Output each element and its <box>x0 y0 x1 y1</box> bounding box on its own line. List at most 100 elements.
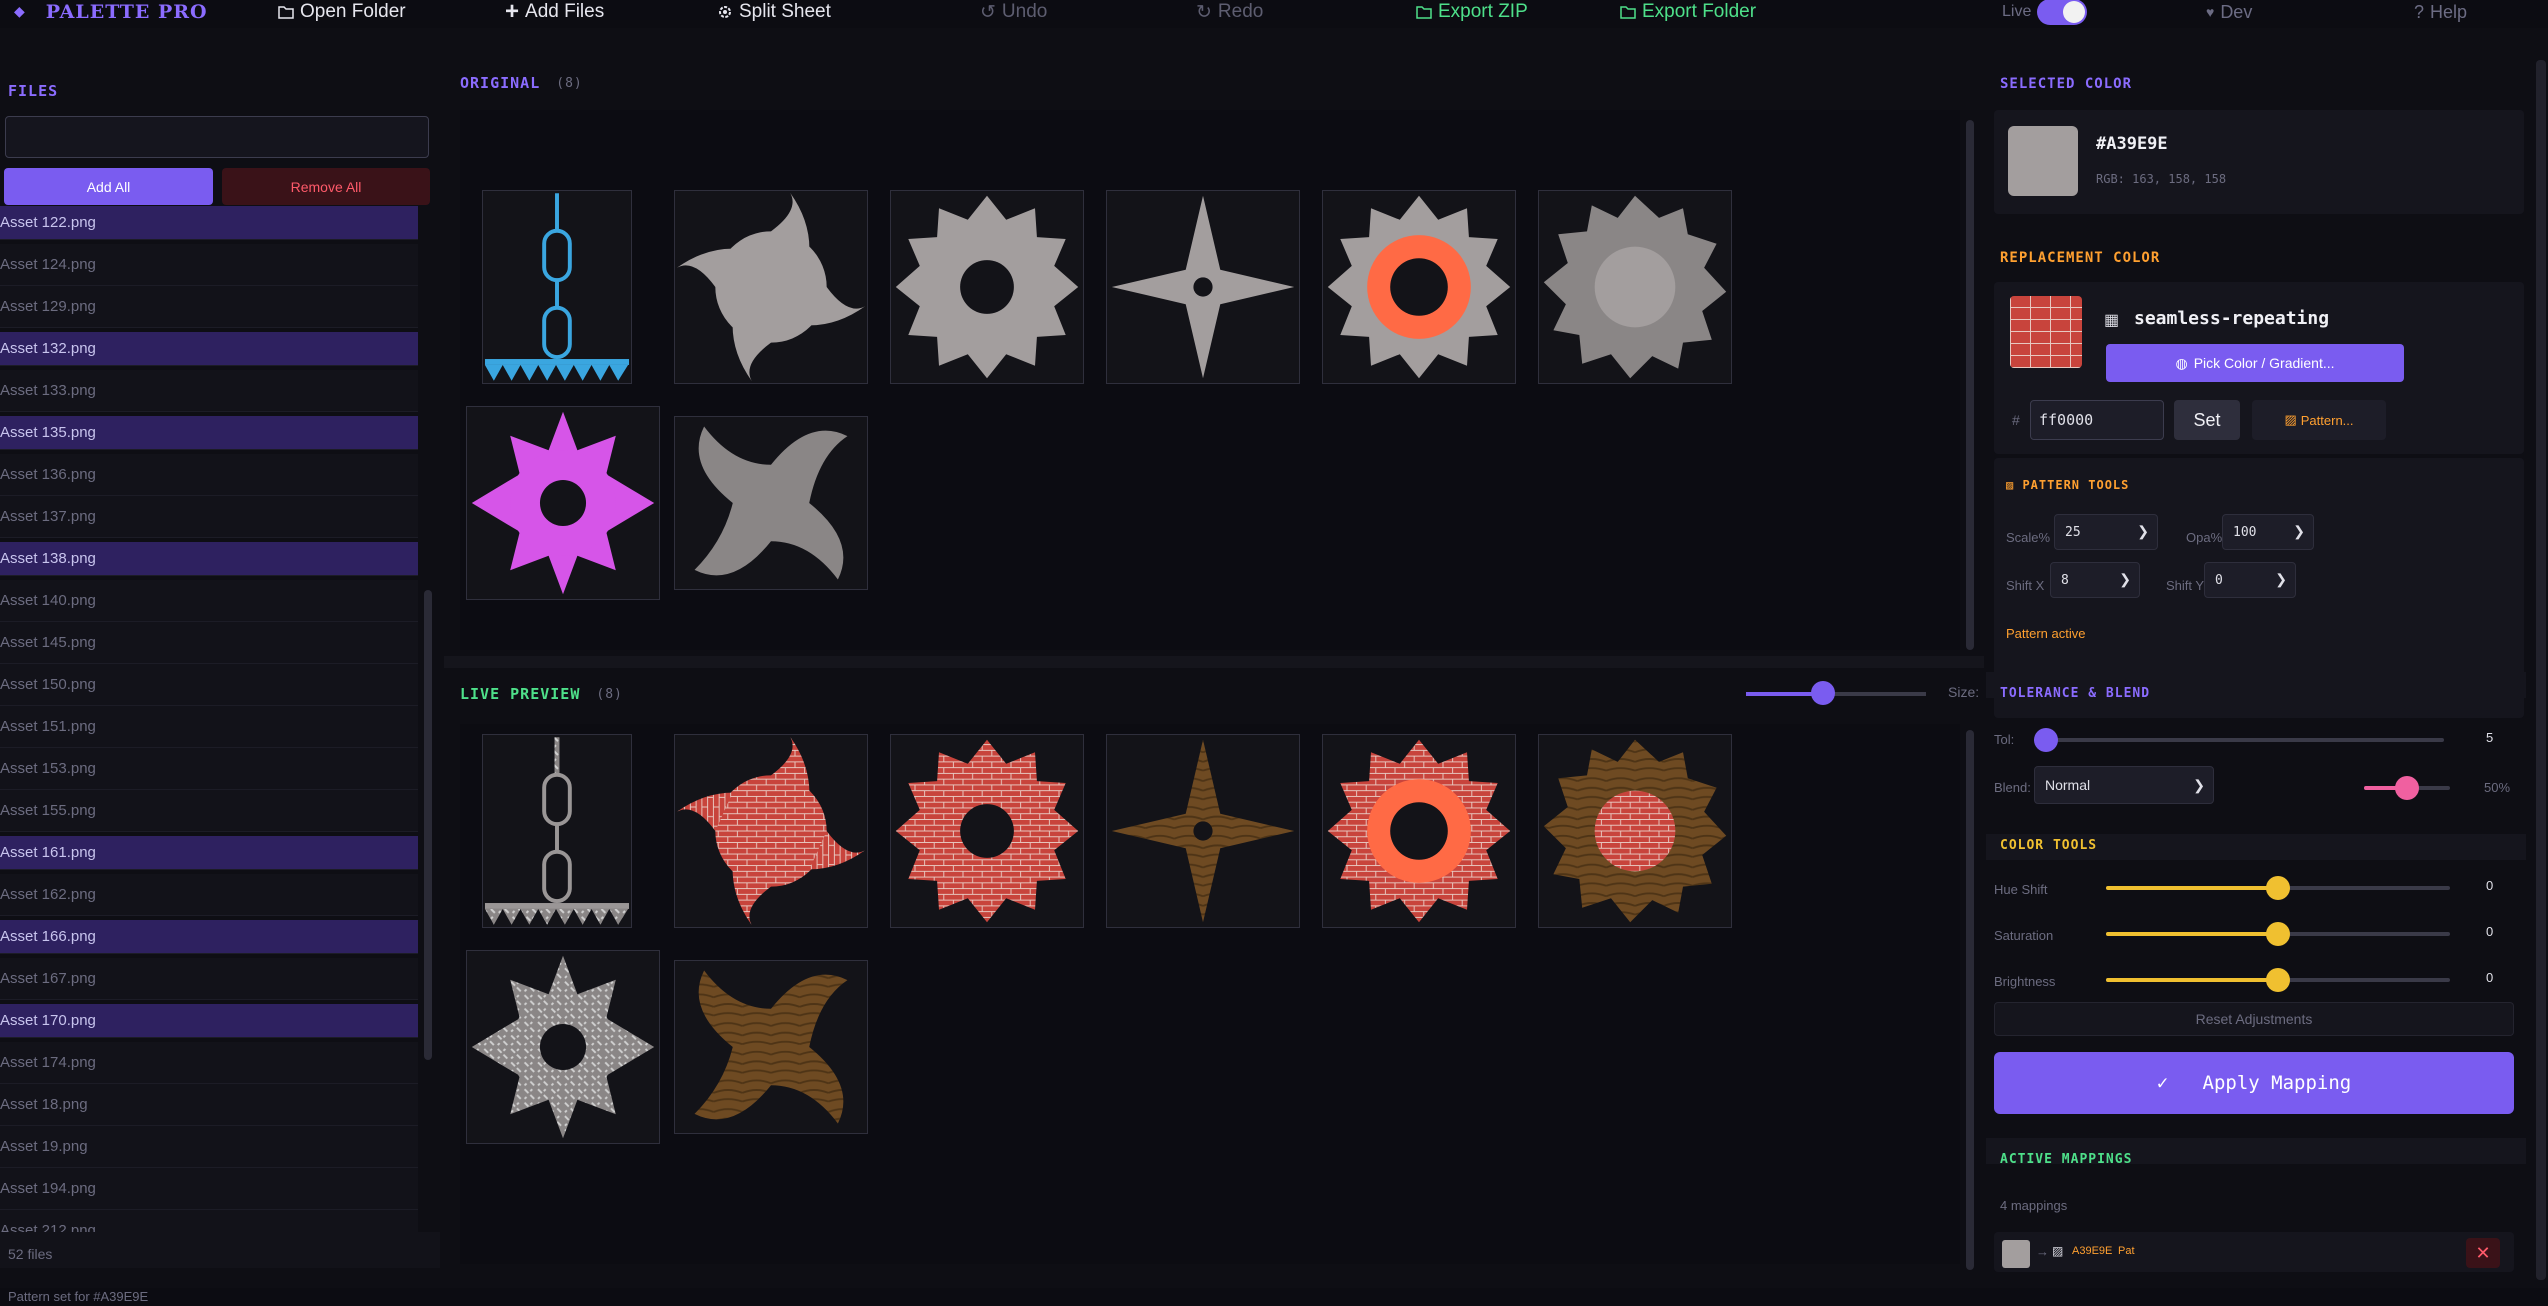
original-heading: ORIGINAL (8) <box>460 74 583 92</box>
file-list-item[interactable]: Asset 212.png <box>0 1210 418 1232</box>
file-count: 52 files <box>8 1246 53 1262</box>
tolerance-thumb[interactable] <box>2034 728 2058 752</box>
opacity-select[interactable]: 100 ❯ <box>2222 514 2314 550</box>
file-list-item[interactable]: Asset 167.png <box>0 958 418 1000</box>
file-list-item[interactable]: Asset 18.png <box>0 1084 418 1126</box>
remove-all-button[interactable]: Remove All <box>222 168 430 205</box>
top-toolbar: ◆ PALETTE PRO Open Folder + Add Files Sp… <box>0 0 2548 28</box>
preview-tile-ring-saw[interactable] <box>1322 734 1516 928</box>
tolerance-slider[interactable] <box>2034 728 2444 752</box>
export-icon <box>1416 6 1432 19</box>
blade-preview-image <box>676 736 866 926</box>
split-sheet-button[interactable]: Split Sheet <box>717 0 831 24</box>
saturation-thumb[interactable] <box>2266 922 2290 946</box>
original-scrollbar[interactable] <box>1966 120 1974 650</box>
preview-tile-swirl[interactable] <box>674 960 868 1134</box>
shift-y-select[interactable]: 0 ❯ <box>2204 562 2296 598</box>
ring-saw-preview-image <box>1327 739 1511 923</box>
dev-label: Dev <box>2220 1 2253 22</box>
original-tile-swirl[interactable] <box>674 416 868 590</box>
original-tile-spiked-ring[interactable] <box>466 406 660 600</box>
file-list-item[interactable]: Asset 162.png <box>0 874 418 916</box>
file-list-scrollbar[interactable] <box>424 590 432 1060</box>
file-list-item[interactable]: Asset 194.png <box>0 1168 418 1210</box>
file-list-item[interactable]: Asset 124.png <box>0 244 418 286</box>
blend-opacity-thumb[interactable] <box>2395 776 2419 800</box>
file-list-item[interactable]: Asset 153.png <box>0 748 418 790</box>
blend-opacity-slider[interactable] <box>2364 776 2450 800</box>
file-list-item[interactable]: Asset 138.png <box>0 542 418 576</box>
inspector-scrollbar[interactable] <box>2536 60 2546 1280</box>
original-tile-ring-saw[interactable] <box>1322 190 1516 384</box>
brightness-slider[interactable] <box>2106 968 2450 992</box>
file-list-item[interactable]: Asset 170.png <box>0 1004 418 1038</box>
undo-button[interactable]: ↺ Undo <box>980 0 1047 24</box>
file-list-item[interactable]: Asset 174.png <box>0 1042 418 1084</box>
size-slider-thumb[interactable] <box>1811 681 1836 705</box>
undo-label: Undo <box>1001 1 1048 22</box>
file-list-item[interactable]: Asset 145.png <box>0 622 418 664</box>
file-list-item[interactable]: Asset 135.png <box>0 416 418 450</box>
scale-select[interactable]: 25 ❯ <box>2054 514 2158 550</box>
apply-mapping-button[interactable]: ✓ Apply Mapping <box>1994 1052 2514 1114</box>
add-all-button[interactable]: Add All <box>4 168 213 205</box>
hex-input[interactable] <box>2030 400 2164 440</box>
preview-tile-saw[interactable] <box>890 734 1084 928</box>
file-list-item[interactable]: Asset 129.png <box>0 286 418 328</box>
preview-tile-blade[interactable] <box>674 734 868 928</box>
original-tile-chain[interactable] <box>482 190 632 384</box>
export-zip-button[interactable]: Export ZIP <box>1416 0 1528 24</box>
original-tile-saw[interactable] <box>890 190 1084 384</box>
file-list-item[interactable]: Asset 132.png <box>0 332 418 366</box>
file-list-item[interactable]: Asset 136.png <box>0 454 418 496</box>
live-toggle[interactable] <box>2037 0 2088 25</box>
file-list-item[interactable]: Asset 161.png <box>0 836 418 870</box>
add-files-button[interactable]: + Add Files <box>505 0 604 25</box>
hue-thumb[interactable] <box>2266 876 2290 900</box>
section-divider <box>444 656 1984 668</box>
replacement-pattern-swatch[interactable] <box>2010 296 2082 368</box>
preview-tile-hook-saw[interactable] <box>1538 734 1732 928</box>
file-list-item[interactable]: Asset 137.png <box>0 496 418 538</box>
hue-label: Hue Shift <box>1994 882 2048 897</box>
preview-tile-chain[interactable] <box>482 734 632 928</box>
mappings-count: 4 mappings <box>2000 1198 2068 1213</box>
file-list-item[interactable]: Asset 122.png <box>0 206 418 240</box>
pick-color-button[interactable]: ◍ Pick Color / Gradient... <box>2106 344 2404 382</box>
size-slider[interactable] <box>1746 681 1926 705</box>
mappings-heading: ACTIVE MAPPINGS <box>2000 1152 2133 1167</box>
reset-adjustments-button[interactable]: Reset Adjustments <box>1994 1002 2514 1036</box>
set-hex-button[interactable]: Set <box>2174 400 2240 440</box>
mapping-row[interactable]: → ▨ A39E9E Pat ✕ <box>1994 1232 2514 1272</box>
file-search-input[interactable] <box>5 116 429 158</box>
help-button[interactable]: ? Help <box>2414 0 2467 24</box>
brightness-thumb[interactable] <box>2266 968 2290 992</box>
shift-x-value: 8 <box>2061 572 2069 588</box>
dev-button[interactable]: ♥ Dev <box>2206 0 2252 24</box>
original-tile-hook-saw[interactable] <box>1538 190 1732 384</box>
file-list-item[interactable]: Asset 155.png <box>0 790 418 832</box>
file-list-item[interactable]: Asset 133.png <box>0 370 418 412</box>
redo-button[interactable]: ↻ Redo <box>1196 0 1263 24</box>
remove-mapping-button[interactable]: ✕ <box>2466 1238 2500 1268</box>
file-list-item[interactable]: Asset 19.png <box>0 1126 418 1168</box>
hue-slider[interactable] <box>2106 876 2450 900</box>
preview-tile-shuriken[interactable] <box>1106 734 1300 928</box>
file-list-item[interactable]: Asset 166.png <box>0 920 418 954</box>
main-canvas: ORIGINAL (8) LIVE PREVIEW (8) Size: <box>444 60 1984 1280</box>
blade-image <box>676 192 866 382</box>
saturation-slider[interactable] <box>2106 922 2450 946</box>
preview-scrollbar[interactable] <box>1966 730 1974 1270</box>
replacement-color-heading: REPLACEMENT COLOR <box>2000 250 2161 266</box>
original-tile-shuriken[interactable] <box>1106 190 1300 384</box>
file-list-item[interactable]: Asset 150.png <box>0 664 418 706</box>
shift-x-select[interactable]: 8 ❯ <box>2050 562 2140 598</box>
original-tile-blade[interactable] <box>674 190 868 384</box>
preview-tile-spiked-ring[interactable] <box>466 950 660 1144</box>
blend-select[interactable]: Normal ❯ <box>2034 766 2214 804</box>
file-list-item[interactable]: Asset 140.png <box>0 580 418 622</box>
open-folder-button[interactable]: Open Folder <box>278 0 406 24</box>
pattern-button[interactable]: ▨ Pattern... <box>2252 400 2386 440</box>
export-folder-button[interactable]: Export Folder <box>1620 0 1756 24</box>
file-list-item[interactable]: Asset 151.png <box>0 706 418 748</box>
